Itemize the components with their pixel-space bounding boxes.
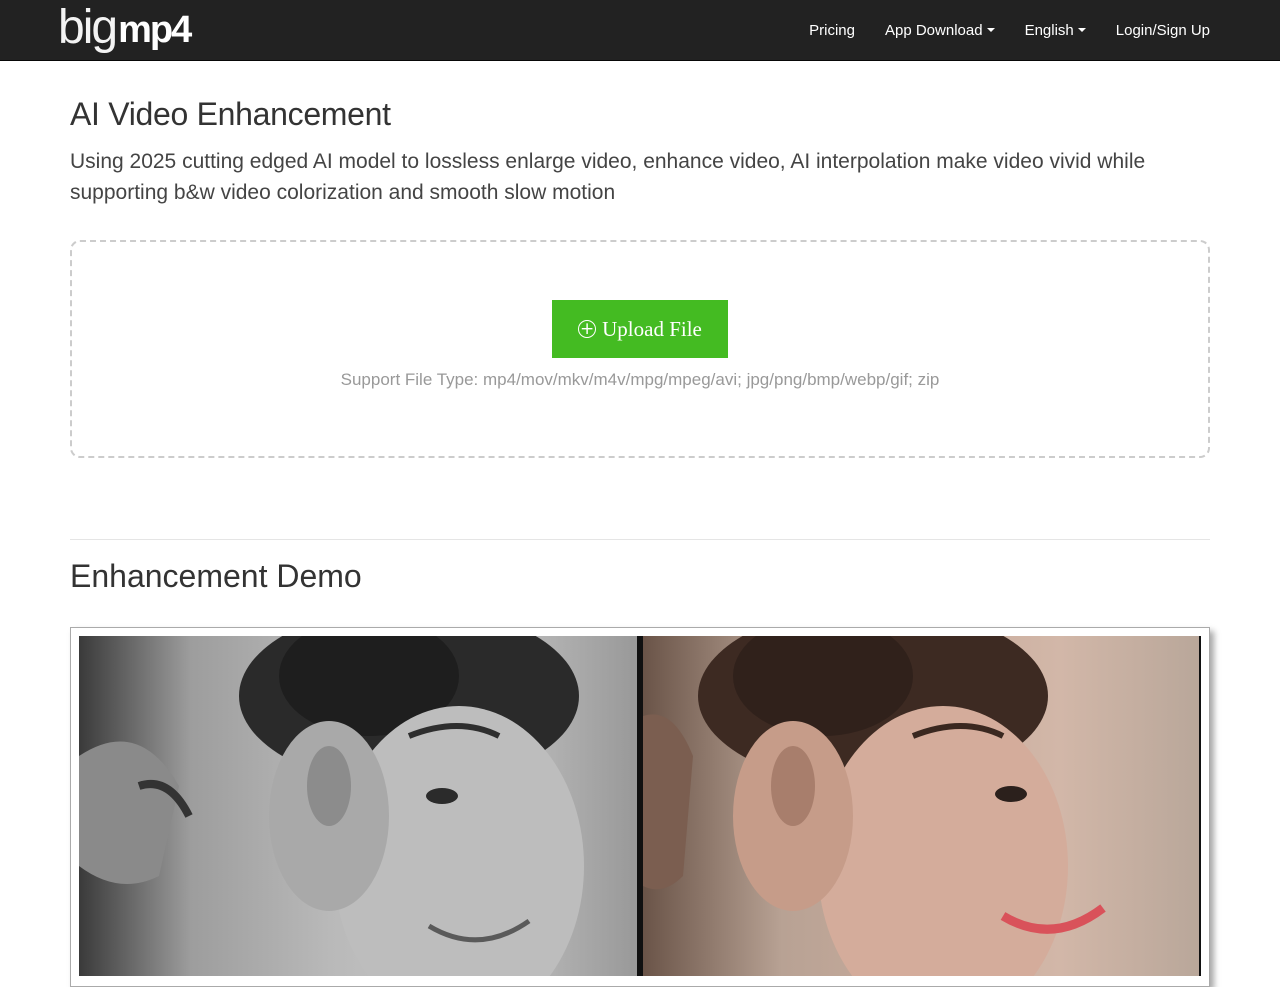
supported-file-types: Support File Type: mp4/mov/mkv/m4v/mpg/m… (340, 370, 940, 389)
nav-language-label: English (1024, 21, 1074, 39)
bigmp4-logo[interactable]: big mp4 (58, 0, 192, 56)
page-title: AI Video Enhancement (70, 96, 391, 132)
demo-after-color-image (643, 636, 1199, 976)
nav-menu: Pricing App Download English Login/Sign … (794, 0, 1225, 60)
page-subtitle: Using 2025 cutting edged AI model to los… (70, 150, 1146, 204)
top-navbar: big mp4 Pricing App Download English Logi… (0, 0, 1280, 61)
demo-video[interactable] (79, 636, 1201, 976)
nav-pricing-label: Pricing (809, 21, 855, 39)
section-divider (70, 539, 1210, 540)
nav-language-dropdown[interactable]: English (1010, 22, 1101, 39)
nav-login-label: Login/Sign Up (1115, 21, 1210, 39)
upload-dropzone[interactable]: + Upload File Support File Type: mp4/mov… (70, 240, 1210, 458)
demo-before-bw-image (79, 636, 637, 976)
upload-file-button[interactable]: + Upload File (552, 300, 728, 358)
plus-circle-icon: + (578, 319, 597, 339)
nav-app-download-label: App Download (884, 21, 983, 39)
demo-section-title: Enhancement Demo (70, 558, 362, 594)
nav-login-signup[interactable]: Login/Sign Up (1101, 22, 1225, 39)
enhancement-demo-frame (70, 627, 1210, 987)
logo-big-text: big (58, 1, 118, 54)
nav-pricing[interactable]: Pricing (794, 22, 870, 39)
caret-down-icon (1077, 28, 1086, 32)
logo-mp4-text: mp4 (118, 9, 192, 51)
upload-file-label: Upload File (602, 316, 702, 341)
caret-down-icon (986, 28, 995, 32)
nav-app-download-dropdown[interactable]: App Download (870, 22, 1010, 39)
